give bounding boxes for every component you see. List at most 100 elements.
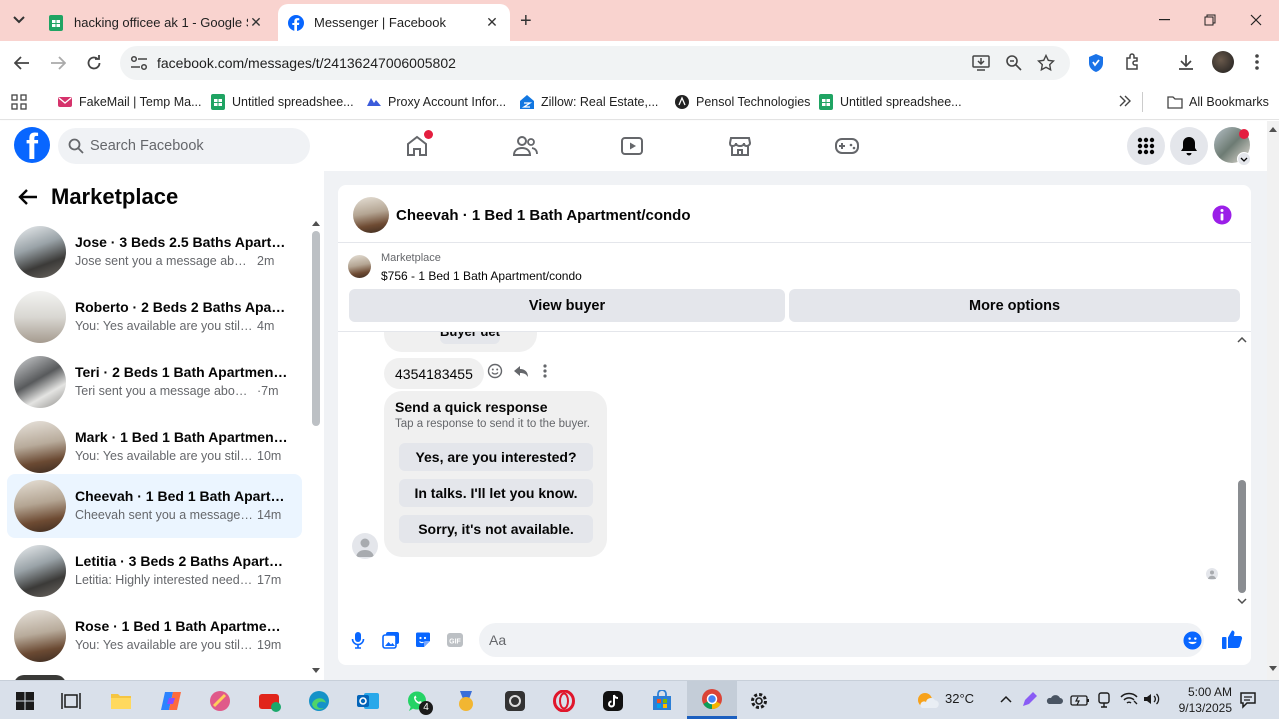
voice-clip-button[interactable] xyxy=(347,629,369,651)
page-scrollbar[interactable] xyxy=(1267,121,1279,680)
notification-center-icon[interactable] xyxy=(1239,691,1257,709)
more-vert-icon[interactable] xyxy=(1254,53,1260,71)
system-clock[interactable]: 5:00 AM 9/13/2025 xyxy=(1160,684,1232,716)
zoom-icon[interactable] xyxy=(1005,54,1023,72)
reload-button[interactable] xyxy=(82,51,106,75)
download-icon[interactable] xyxy=(1177,53,1195,71)
forward-button[interactable] xyxy=(46,51,70,75)
account-menu-chevron[interactable] xyxy=(1237,152,1251,166)
battery-icon[interactable] xyxy=(1070,693,1090,707)
nav-home[interactable] xyxy=(402,130,433,161)
conversation-item[interactable]: Mark · 1 Bed 1 Bath Apartment/... You: Y… xyxy=(7,415,302,479)
bookmark-pensol[interactable]: Pensol Technologies xyxy=(674,92,810,112)
page-scroll-down-icon[interactable] xyxy=(1269,666,1277,672)
menu-button[interactable] xyxy=(1127,127,1165,165)
attach-photo-button[interactable] xyxy=(380,629,402,651)
listing-thumbnail[interactable] xyxy=(348,255,371,278)
quick-response-option[interactable]: In talks. I'll let you know. xyxy=(399,479,593,507)
close-tab-icon[interactable]: ✕ xyxy=(484,14,500,31)
taskbar-outlook[interactable] xyxy=(355,688,381,714)
nav-video[interactable] xyxy=(617,131,647,161)
taskbar-app-red[interactable] xyxy=(257,688,283,714)
search-facebook[interactable]: Search Facebook xyxy=(58,128,310,164)
chat-avatar[interactable] xyxy=(353,197,389,233)
page-scroll-up-icon[interactable] xyxy=(1269,126,1277,132)
nav-marketplace[interactable] xyxy=(725,131,755,161)
listing-price[interactable]: $756 - 1 Bed 1 Bath Apartment/condo xyxy=(381,269,582,283)
nav-friends[interactable] xyxy=(510,131,540,161)
more-actions-icon[interactable] xyxy=(542,363,548,379)
close-tab-icon[interactable]: ✕ xyxy=(248,14,264,31)
taskbar-app-purple[interactable] xyxy=(207,688,233,714)
pen-icon[interactable] xyxy=(1020,691,1038,709)
conversation-item[interactable]: Letitia · 3 Beds 2 Baths Apartme... Leti… xyxy=(7,539,302,603)
chat-scroll-up-icon[interactable] xyxy=(1237,337,1247,343)
bookmark-proxy-account[interactable]: Proxy Account Infor... xyxy=(366,92,506,112)
conversation-item[interactable]: Jose · 3 Beds 2.5 Baths Apartme... Jose … xyxy=(7,220,302,284)
like-button[interactable] xyxy=(1220,627,1244,651)
shield-extension-icon[interactable] xyxy=(1087,53,1105,73)
sticker-button[interactable] xyxy=(412,629,434,651)
emoji-react-icon[interactable] xyxy=(487,363,503,379)
bookmark-star-icon[interactable] xyxy=(1037,54,1055,72)
facebook-logo-icon[interactable]: f xyxy=(14,127,50,163)
taskbar-edge[interactable] xyxy=(306,688,332,714)
gif-button[interactable]: GIF xyxy=(444,629,466,651)
chevron-up-icon[interactable] xyxy=(1000,695,1012,703)
back-button[interactable] xyxy=(10,51,34,75)
scroll-up-icon[interactable] xyxy=(312,220,320,226)
taskbar-chrome-active[interactable] xyxy=(687,681,737,719)
weather-temperature[interactable]: 32°C xyxy=(945,691,974,706)
restore-button[interactable] xyxy=(1187,0,1233,40)
view-buyer-button[interactable]: View buyer xyxy=(349,289,785,322)
sidebar-scrollbar[interactable] xyxy=(312,231,320,426)
apps-grid-icon[interactable] xyxy=(11,94,27,110)
conversation-item[interactable]: Roberto · 2 Beds 2 Baths Apart... You: Y… xyxy=(7,285,302,349)
taskbar-tiktok[interactable] xyxy=(600,688,626,714)
conversation-item-selected[interactable]: Cheevah · 1 Bed 1 Bath Apartme... Cheeva… xyxy=(7,474,302,538)
tab-messenger[interactable]: Messenger | Facebook ✕ xyxy=(278,4,510,41)
tab-google-sheets[interactable]: hacking officee ak 1 - Google Sh ✕ xyxy=(38,4,274,41)
minimize-button[interactable] xyxy=(1141,0,1187,40)
chat-scroll-down-icon[interactable] xyxy=(1237,598,1247,604)
volume-icon[interactable] xyxy=(1143,692,1161,706)
quick-response-option[interactable]: Sorry, it's not available. xyxy=(399,515,593,543)
bookmark-zillow[interactable]: Zillow: Real Estate,... xyxy=(519,92,658,112)
chat-scrollbar[interactable] xyxy=(1238,480,1246,593)
info-icon[interactable] xyxy=(1212,205,1232,225)
install-app-icon[interactable] xyxy=(972,54,990,72)
more-options-button[interactable]: More options xyxy=(789,289,1240,322)
sender-avatar[interactable] xyxy=(352,533,378,559)
taskbar-app-dark[interactable] xyxy=(502,688,528,714)
taskbar-file-explorer[interactable] xyxy=(108,688,134,714)
chevron-double-right-icon[interactable] xyxy=(1119,95,1131,107)
taskbar-settings[interactable] xyxy=(746,688,772,714)
taskbar-app-medal[interactable] xyxy=(453,688,479,714)
tab-search-menu[interactable] xyxy=(8,10,30,30)
address-bar[interactable]: facebook.com/messages/t/2413624700600580… xyxy=(120,46,1070,80)
taskbar-store[interactable] xyxy=(649,688,675,714)
emoji-icon[interactable] xyxy=(1183,631,1202,650)
site-settings-icon[interactable] xyxy=(130,55,148,71)
taskbar-opera[interactable] xyxy=(551,688,577,714)
quick-response-option[interactable]: Yes, are you interested? xyxy=(399,443,593,471)
onedrive-icon[interactable] xyxy=(1045,693,1063,705)
back-arrow-icon[interactable] xyxy=(18,188,38,206)
extensions-icon[interactable] xyxy=(1124,53,1142,71)
profile-avatar[interactable] xyxy=(1212,51,1234,73)
task-view-button[interactable] xyxy=(58,688,84,714)
bookmark-fakemail[interactable]: FakeMail | Temp Ma... xyxy=(57,92,202,112)
chat-title[interactable]: Cheevah · 1 Bed 1 Bath Apartment/condo xyxy=(396,207,691,224)
bookmark-spreadsheet-2[interactable]: Untitled spreadshee... xyxy=(818,92,962,112)
reply-icon[interactable] xyxy=(513,363,529,379)
notifications-button[interactable] xyxy=(1170,127,1208,165)
network-device-icon[interactable] xyxy=(1096,691,1112,709)
conversation-item[interactable]: Rose · 1 Bed 1 Bath Apartment/c... You: … xyxy=(7,604,302,668)
message-input[interactable] xyxy=(489,623,1169,657)
new-tab-button[interactable]: + xyxy=(520,10,532,33)
conversation-item[interactable]: Teri · 2 Beds 1 Bath Apartment/c... Teri… xyxy=(7,350,302,414)
taskbar-copilot[interactable] xyxy=(158,688,184,714)
wifi-icon[interactable] xyxy=(1120,692,1138,706)
start-button[interactable] xyxy=(12,688,38,714)
all-bookmarks[interactable]: All Bookmarks xyxy=(1142,92,1269,112)
